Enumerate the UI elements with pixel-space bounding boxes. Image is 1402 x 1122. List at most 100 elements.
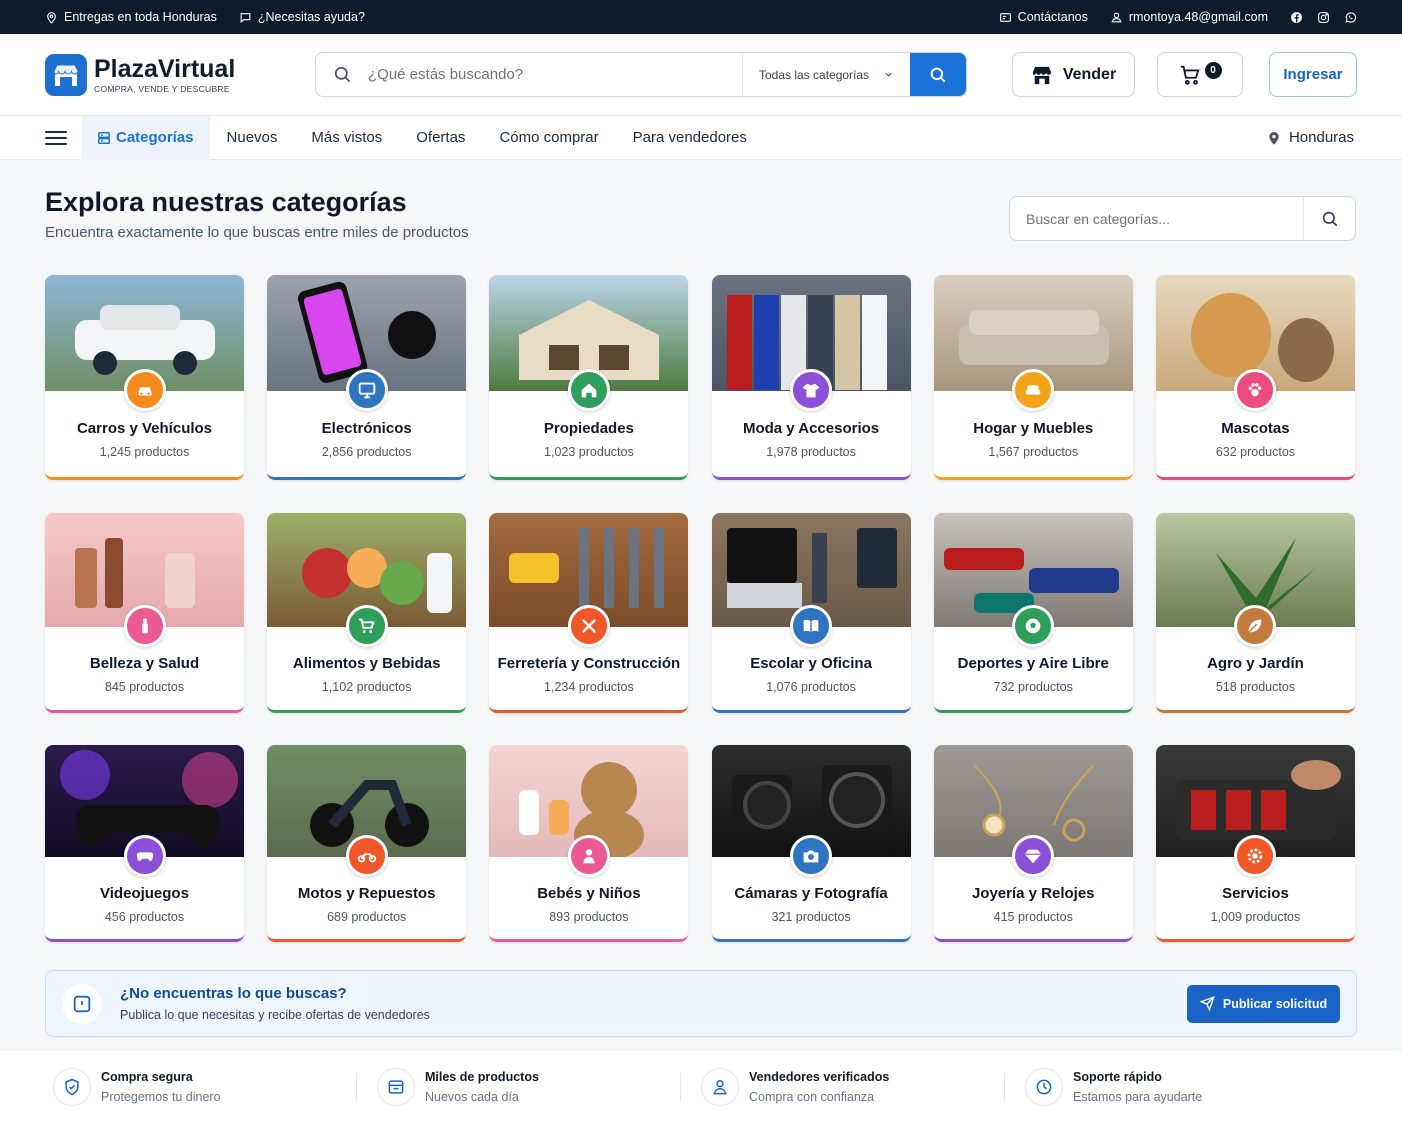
category-card[interactable]: Belleza y Salud 845 productos (45, 513, 244, 713)
features-bar: Compra segura Protegemos tu dinero Miles d… (0, 1051, 1402, 1122)
diamond-icon (1012, 835, 1055, 877)
nav-categories-label: Categorías (116, 129, 194, 146)
category-card[interactable]: Mascotas 632 productos (1155, 275, 1355, 480)
category-count: 1,009 productos (1210, 910, 1301, 924)
category-name: Servicios (1222, 885, 1289, 902)
category-card[interactable]: Deportes y Aire Libre 732 productos (933, 513, 1133, 713)
sell-label: Vender (1062, 65, 1117, 83)
category-count: 1,076 productos (766, 680, 856, 694)
category-count: 1,234 productos (544, 680, 634, 694)
tools-icon (567, 605, 610, 647)
search-icon (930, 67, 946, 82)
gear-icon (1234, 835, 1277, 877)
category-count: 415 productos (993, 910, 1073, 924)
main-search: Todas las categorías (315, 52, 967, 97)
nav-categories[interactable]: Categorías (81, 115, 210, 160)
main-nav: Categorías Nuevos Más vistos Ofertas Cóm… (0, 115, 1402, 160)
user-icon (701, 1067, 739, 1106)
category-card[interactable]: Agro y Jardín 518 productos (1155, 513, 1355, 713)
delivery-text: Entregas en toda Honduras (64, 10, 217, 24)
facebook-icon[interactable] (1290, 11, 1303, 24)
category-card[interactable]: Videojuegos 456 productos (45, 745, 244, 942)
feature-item: Miles de productos Nuevos cada día (377, 1067, 701, 1106)
category-card[interactable]: Carros y Vehículos 1,245 productos (45, 275, 244, 480)
category-search-button[interactable] (1303, 197, 1355, 240)
feature-title: Miles de productos (425, 1069, 539, 1084)
account-email[interactable]: rmontoya.48@gmail.com (1110, 10, 1268, 24)
category-card[interactable]: Motos y Repuestos 689 productos (267, 745, 467, 942)
leaf-icon (1234, 605, 1277, 647)
nav-link-nuevos[interactable]: Nuevos (210, 129, 295, 146)
paw-icon (1234, 369, 1277, 411)
category-count: 632 productos (1215, 445, 1296, 459)
location-selector[interactable]: Honduras (1266, 129, 1354, 146)
nav-link-para-vendedores[interactable]: Para vendedores (616, 129, 764, 146)
category-name: Videojuegos (100, 885, 189, 902)
feature-title: Vendedores verificados (749, 1069, 890, 1084)
category-card[interactable]: Alimentos y Bebidas 1,102 productos (267, 513, 467, 713)
login-label: Ingresar (1283, 66, 1343, 83)
send-icon (1199, 996, 1215, 1011)
category-count: 1,245 productos (99, 445, 190, 459)
page-title: Explora nuestras categorías (45, 187, 407, 217)
sell-button[interactable]: Vender (1012, 52, 1135, 97)
category-card[interactable]: Joyería y Relojes 415 productos (933, 745, 1133, 942)
help-link[interactable]: ¿Necesitas ayuda? (239, 10, 365, 24)
request-banner: ¿No encuentras lo que buscas? Publica lo… (45, 970, 1357, 1037)
category-count: 732 productos (993, 680, 1073, 694)
feature-text: Compra con confianza (749, 1089, 875, 1104)
search-input[interactable] (368, 66, 742, 83)
category-select[interactable]: Todas las categorías (742, 53, 910, 96)
nav-link-como-comprar[interactable]: Cómo comprar (482, 129, 615, 146)
contact-text: Contáctanos (1017, 10, 1088, 24)
nav-link-ofertas[interactable]: Ofertas (399, 129, 482, 146)
feature-title: Compra segura (101, 1069, 193, 1084)
category-card[interactable]: Cámaras y Fotografía 321 productos (711, 745, 911, 942)
email-text: rmontoya.48@gmail.com (1128, 10, 1268, 24)
search-button[interactable] (910, 53, 966, 96)
category-name: Escolar y Oficina (750, 655, 872, 672)
category-name: Propiedades (543, 420, 634, 437)
cart-icon (1180, 65, 1199, 85)
category-card[interactable]: Ferretería y Construcción 1,234 productos (489, 513, 689, 713)
contact-card-icon (999, 12, 1011, 22)
instagram-icon[interactable] (1317, 11, 1330, 24)
page-subtitle: Encuentra exactamente lo que buscas entr… (45, 224, 469, 241)
banner-text: Publica lo que necesitas y recibe oferta… (120, 1008, 430, 1022)
category-search-input[interactable] (1010, 210, 1303, 227)
store-logo-icon (45, 53, 87, 96)
category-card[interactable]: Bebés y Niños 893 productos (489, 745, 689, 942)
help-text: ¿Necesitas ayuda? (257, 10, 365, 24)
logo[interactable]: PlazaVirtual COMPRA, VENDE Y DESCUBRE (45, 53, 315, 96)
category-name: Bebés y Niños (537, 885, 641, 902)
location-label: Honduras (1288, 129, 1354, 146)
contact-link[interactable]: Contáctanos (999, 10, 1088, 24)
clock-icon (1025, 1067, 1063, 1106)
category-card[interactable]: Escolar y Oficina 1,076 productos (711, 513, 911, 713)
car-icon (123, 369, 166, 411)
beauty-icon (123, 605, 166, 647)
category-name: Mascotas (1221, 420, 1290, 437)
feature-item: Compra segura Protegemos tu dinero (53, 1067, 377, 1106)
gamepad-icon (123, 835, 166, 877)
category-count: 845 productos (104, 680, 185, 694)
category-card[interactable]: Hogar y Muebles 1,567 productos (933, 275, 1133, 480)
cart-button[interactable]: 0 (1157, 52, 1243, 97)
whatsapp-icon[interactable] (1344, 11, 1357, 24)
category-card[interactable]: Servicios 1,009 productos (1155, 745, 1355, 942)
logo-title: PlazaVirtual (94, 54, 236, 83)
login-button[interactable]: Ingresar (1269, 52, 1357, 97)
category-card[interactable]: Moda y Accesorios 1,978 productos (711, 275, 911, 480)
hamburger-menu-icon[interactable] (45, 130, 67, 145)
category-card[interactable]: Propiedades 1,023 productos (489, 275, 689, 480)
publish-request-button[interactable]: Publicar solicitud (1187, 984, 1340, 1023)
category-name: Carros y Vehículos (76, 420, 213, 437)
storefront-icon (1032, 66, 1051, 84)
grid-icon (97, 131, 111, 144)
cart-count-badge: 0 (1204, 61, 1222, 79)
search-icon (316, 65, 368, 84)
feature-text: Protegemos tu dinero (101, 1089, 221, 1104)
category-card[interactable]: Electrónicos 2,856 productos (267, 275, 467, 480)
nav-link-mas-vistos[interactable]: Más vistos (294, 129, 399, 146)
category-name: Cámaras y Fotografía (734, 885, 888, 902)
